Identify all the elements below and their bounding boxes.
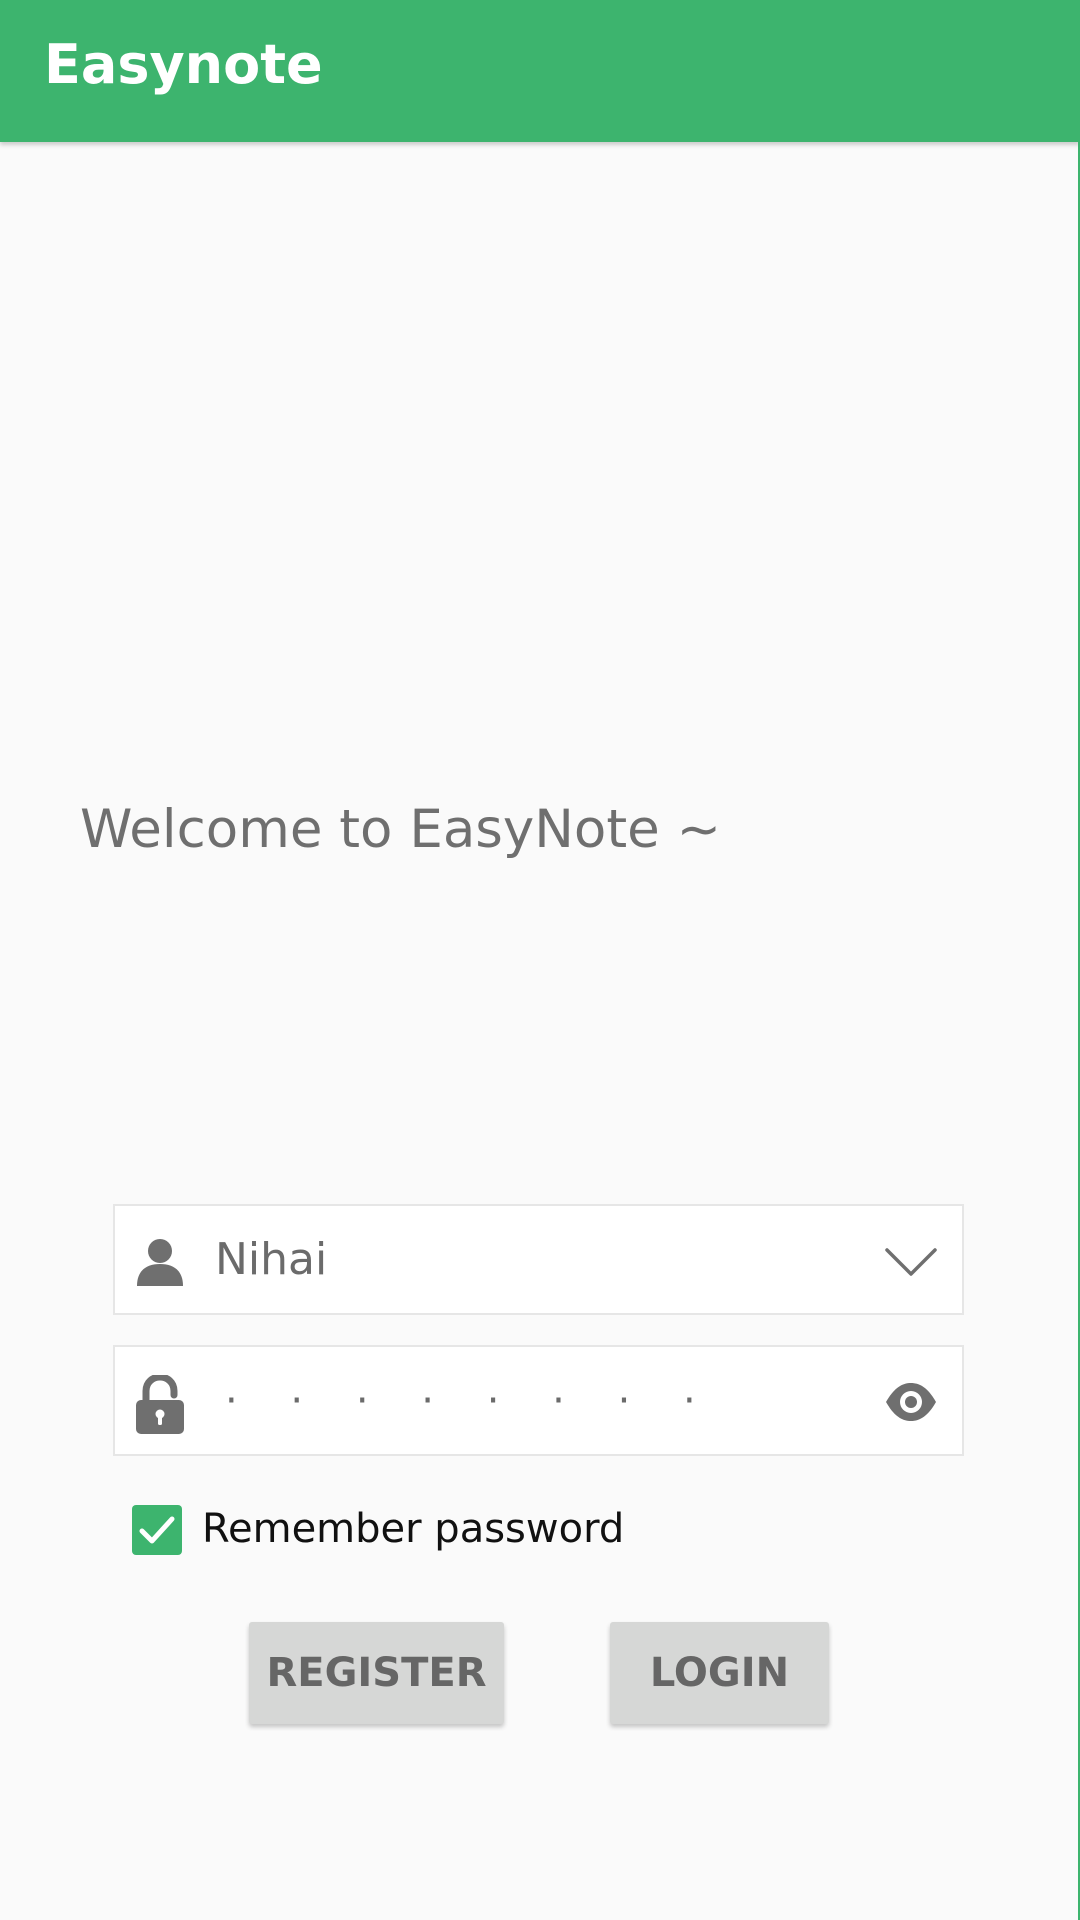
app-bar: Easynote bbox=[0, 0, 1080, 142]
username-value[interactable]: Nihai bbox=[215, 1232, 327, 1288]
lock-icon bbox=[133, 1373, 187, 1434]
password-value[interactable]: · · · · · · · · bbox=[225, 1373, 716, 1429]
welcome-text: Welcome to EasyNote ~ bbox=[80, 799, 721, 860]
person-icon bbox=[133, 1234, 187, 1288]
login-button[interactable]: LOGIN bbox=[610, 1622, 829, 1724]
app-title: Easynote bbox=[44, 33, 323, 96]
register-button[interactable]: REGISTER bbox=[249, 1622, 504, 1724]
password-field[interactable]: · · · · · · · · bbox=[113, 1345, 964, 1456]
eye-icon[interactable] bbox=[884, 1375, 938, 1429]
remember-checkbox[interactable] bbox=[132, 1505, 182, 1555]
username-field[interactable]: Nihai bbox=[113, 1204, 964, 1315]
check-icon bbox=[139, 1516, 175, 1544]
remember-label[interactable]: Remember password bbox=[202, 1503, 624, 1555]
chevron-down-icon[interactable] bbox=[884, 1234, 938, 1288]
